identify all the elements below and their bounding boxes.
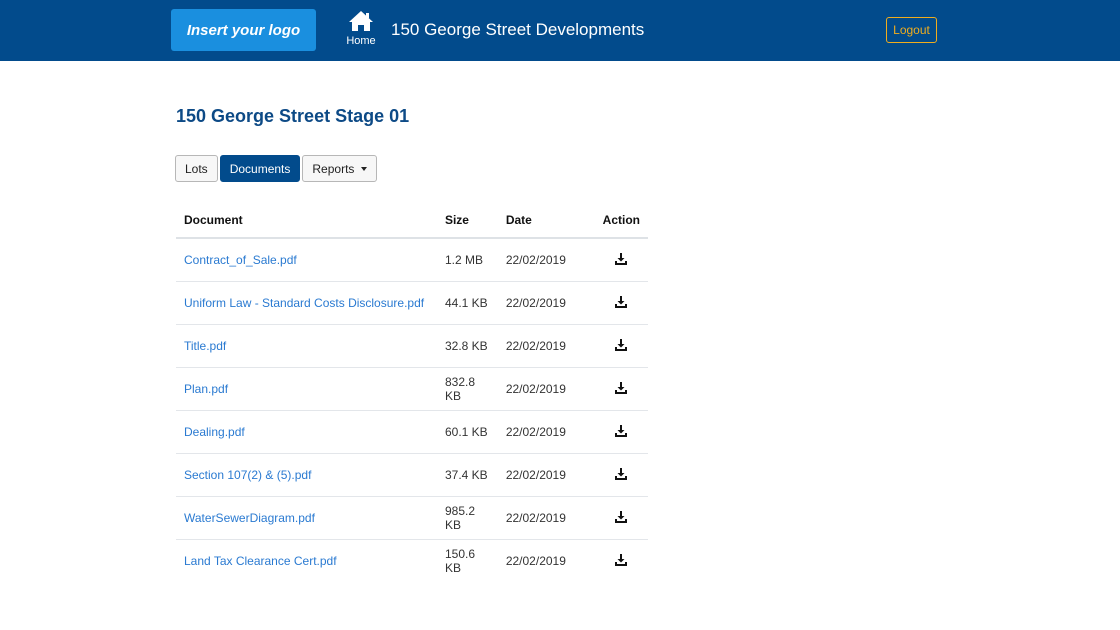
date-cell: 22/02/2019 <box>497 453 595 497</box>
table-row: Uniform Law - Standard Costs Disclosure.… <box>176 281 648 325</box>
documents-table: Document Size Date Action Contract_of_Sa… <box>176 203 648 582</box>
document-cell: Contract_of_Sale.pdf <box>176 238 437 282</box>
column-header-document: Document <box>176 203 437 239</box>
table-row: Title.pdf 32.8 KB 22/02/2019 <box>176 324 648 368</box>
top-navbar: Insert your logo Home 150 George Street … <box>0 0 1120 61</box>
date-cell: 22/02/2019 <box>497 324 595 368</box>
table-row: Land Tax Clearance Cert.pdf 150.6 KB 22/02… <box>176 540 648 583</box>
action-cell <box>594 324 648 368</box>
date-cell: 22/02/2019 <box>497 367 595 411</box>
document-cell: WaterSewerDiagram.pdf <box>176 496 437 540</box>
document-cell: Land Tax Clearance Cert.pdf <box>176 540 437 583</box>
tab-lots[interactable]: Lots <box>175 155 218 182</box>
action-cell <box>594 453 648 497</box>
tab-lots-label: Lots <box>185 161 208 176</box>
download-icon[interactable] <box>615 424 628 440</box>
tab-bar: Lots Documents Reports <box>175 155 379 182</box>
action-cell <box>595 540 648 583</box>
home-label: Home <box>346 35 376 47</box>
date-cell: 22/02/2019 <box>497 410 595 454</box>
tab-reports-dropdown[interactable]: Reports <box>302 155 378 182</box>
action-cell <box>594 496 648 540</box>
home-icon <box>348 10 374 32</box>
document-link[interactable]: Contract_of_Sale.pdf <box>184 253 297 267</box>
download-icon[interactable] <box>615 252 628 268</box>
table-header-row: Document Size Date Action <box>176 203 648 239</box>
tab-documents-label: Documents <box>229 161 291 176</box>
download-icon[interactable] <box>615 553 628 569</box>
table-body: Contract_of_Sale.pdf 1.2 MB 22/02/2019 Unif… <box>176 238 648 582</box>
table-row: Section 107(2) & (5).pdf 37.4 KB 22/02/201… <box>176 453 648 497</box>
site-title: 150 George Street Developments <box>391 20 645 39</box>
document-cell: Uniform Law - Standard Costs Disclosure.… <box>176 281 437 325</box>
date-cell: 22/02/2019 <box>497 238 595 282</box>
action-cell <box>594 410 648 454</box>
tab-documents[interactable]: Documents <box>219 155 301 182</box>
document-link[interactable]: WaterSewerDiagram.pdf <box>184 511 315 525</box>
size-cell: 44.1 KB <box>436 281 498 325</box>
table-row: WaterSewerDiagram.pdf 985.2 KB 22/02/2019 <box>176 496 648 540</box>
logo-placeholder[interactable]: Insert your logo <box>171 9 316 51</box>
download-icon[interactable] <box>615 467 628 483</box>
logo-label: Insert your logo <box>186 21 301 39</box>
chevron-down-icon <box>361 166 368 171</box>
document-cell: Title.pdf <box>176 324 437 368</box>
table-row: Dealing.pdf 60.1 KB 22/02/2019 <box>176 410 648 454</box>
date-cell: 22/02/2019 <box>497 281 595 325</box>
size-cell: 37.4 KB <box>436 453 498 497</box>
download-icon[interactable] <box>615 338 628 354</box>
column-header-date: Date <box>497 203 595 239</box>
action-cell <box>594 281 648 325</box>
document-link[interactable]: Dealing.pdf <box>184 425 245 439</box>
size-cell: 32.8 KB <box>436 324 498 368</box>
column-header-size: Size <box>436 203 498 239</box>
document-link[interactable]: Section 107(2) & (5).pdf <box>184 468 311 482</box>
document-cell: Dealing.pdf <box>176 410 437 454</box>
home-link[interactable]: Home <box>344 10 378 52</box>
size-cell: 832.8 KB <box>436 367 498 411</box>
column-header-action: Action <box>594 203 648 239</box>
logout-button[interactable]: Logout <box>886 17 937 43</box>
table-row: Plan.pdf 832.8 KB 22/02/2019 <box>176 367 648 411</box>
action-cell <box>594 238 648 282</box>
size-cell: 60.1 KB <box>436 410 498 454</box>
size-cell: 985.2 KB <box>436 496 498 540</box>
action-cell <box>594 367 648 411</box>
date-cell: 22/02/2019 <box>505 554 566 568</box>
document-link[interactable]: Title.pdf <box>184 339 226 353</box>
document-link[interactable]: Uniform Law - Standard Costs Disclosure.… <box>184 296 424 310</box>
page-title: 150 George Street Stage 01 <box>176 106 410 126</box>
tab-reports-label: Reports <box>312 161 355 176</box>
table-row: Contract_of_Sale.pdf 1.2 MB 22/02/2019 <box>176 238 648 282</box>
download-icon[interactable] <box>615 381 628 397</box>
document-cell: Section 107(2) & (5).pdf <box>176 453 437 497</box>
document-link[interactable]: Land Tax Clearance Cert.pdf <box>184 554 337 568</box>
size-cell: 150.6 KB <box>444 547 475 575</box>
download-icon[interactable] <box>615 510 628 526</box>
document-link[interactable]: Plan.pdf <box>184 382 228 396</box>
date-cell: 22/02/2019 <box>497 496 595 540</box>
document-cell: Plan.pdf <box>176 367 437 411</box>
download-icon[interactable] <box>615 295 628 311</box>
size-cell: 1.2 MB <box>436 238 498 282</box>
logout-label: Logout <box>893 23 930 37</box>
